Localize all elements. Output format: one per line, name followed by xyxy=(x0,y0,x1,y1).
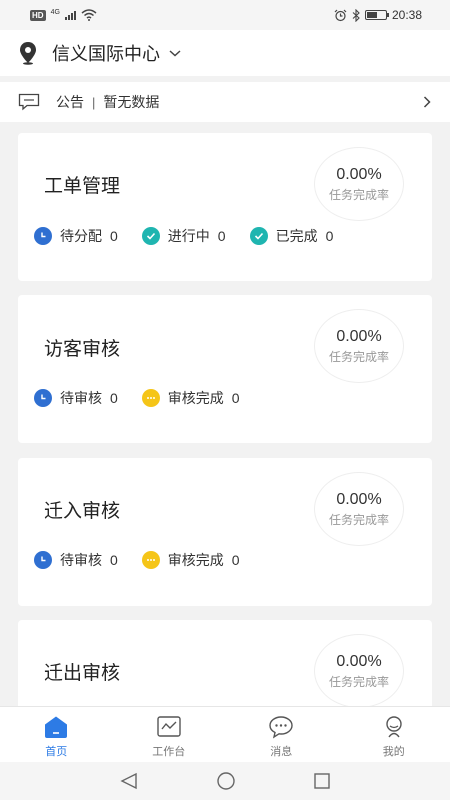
profile-icon xyxy=(386,716,402,738)
nav-label: 工作台 xyxy=(152,746,186,758)
completion-rate-circle: 0.00% 任务完成率 xyxy=(314,309,404,383)
home-circle-icon[interactable] xyxy=(216,771,236,791)
status-bar: HD 4G 20:38 xyxy=(0,0,450,30)
stat-pending-review[interactable]: 待审核 0 xyxy=(34,550,118,570)
stat-in-progress[interactable]: 进行中 0 xyxy=(141,226,226,246)
hd-badge: HD xyxy=(30,9,46,21)
card-title: 迁出审核 xyxy=(44,663,121,684)
completion-rate-label: 任务完成率 xyxy=(328,512,389,527)
card-move-out-review[interactable]: 迁出审核 0.00% 任务完成率 xyxy=(18,620,432,706)
card-move-in-review[interactable]: 迁入审核 0.00% 任务完成率 待审核 0 审核完成 0 xyxy=(18,458,432,606)
card-visitor-review[interactable]: 访客审核 0.00% 任务完成率 待审核 0 审核完成 0 xyxy=(18,295,432,443)
stat-label: 审核完成 xyxy=(167,390,224,406)
card-stats: 待审核 0 审核完成 0 xyxy=(34,388,264,408)
nav-profile[interactable]: 我的 xyxy=(338,707,450,762)
bottom-nav: 首页 工作台 消息 我的 xyxy=(0,706,450,762)
check-icon xyxy=(249,227,268,245)
check-icon xyxy=(141,227,160,245)
completion-rate-value: 0.00% xyxy=(336,165,382,183)
system-nav-bar xyxy=(0,762,450,800)
card-title: 工单管理 xyxy=(44,176,121,197)
completion-rate-label: 任务完成率 xyxy=(328,674,389,689)
stat-label: 已完成 xyxy=(275,228,318,244)
status-left: HD 4G xyxy=(30,9,97,21)
location-name[interactable]: 信义国际中心 xyxy=(52,40,160,66)
back-icon[interactable] xyxy=(119,772,139,790)
notice-text: 暂无数据 xyxy=(103,94,160,110)
stat-label: 审核完成 xyxy=(167,552,224,568)
announcement-icon xyxy=(18,93,40,111)
home-icon xyxy=(45,716,68,738)
clock-icon xyxy=(34,227,52,245)
status-right: 20:38 xyxy=(334,8,422,22)
chevron-down-icon[interactable] xyxy=(168,48,182,58)
nav-messages[interactable]: 消息 xyxy=(225,707,338,762)
completion-rate-label: 任务完成率 xyxy=(328,187,389,202)
card-title: 访客审核 xyxy=(44,339,121,360)
network-type: 4G xyxy=(50,8,60,16)
alarm-icon xyxy=(334,9,347,21)
stat-count: 0 xyxy=(110,390,118,406)
card-title: 迁入审核 xyxy=(44,501,121,522)
card-stats: 待分配 0 进行中 0 已完成 0 xyxy=(34,226,357,246)
nav-label: 首页 xyxy=(45,746,68,758)
nav-label: 消息 xyxy=(270,746,293,758)
stat-count: 0 xyxy=(325,228,334,244)
notice-separator: | xyxy=(92,94,96,110)
completion-rate-circle: 0.00% 任务完成率 xyxy=(314,634,404,706)
stat-review-done[interactable]: 审核完成 0 xyxy=(141,550,240,570)
clock-icon xyxy=(34,551,52,569)
signal-icon xyxy=(64,10,76,20)
clock-icon xyxy=(34,389,52,407)
nav-workbench[interactable]: 工作台 xyxy=(113,707,226,762)
stat-count: 0 xyxy=(231,552,240,568)
stat-label: 待审核 xyxy=(60,390,102,406)
stat-pending-assign[interactable]: 待分配 0 xyxy=(34,226,118,246)
location-header[interactable]: 信义国际中心 xyxy=(0,30,450,76)
completion-rate-circle: 0.00% 任务完成率 xyxy=(314,147,404,221)
recents-icon[interactable] xyxy=(313,772,331,790)
stat-label: 待审核 xyxy=(60,552,102,568)
stat-review-done[interactable]: 审核完成 0 xyxy=(141,388,240,408)
bluetooth-icon xyxy=(352,8,360,22)
stat-count: 0 xyxy=(217,228,226,244)
completion-rate-value: 0.00% xyxy=(336,490,382,508)
location-pin-icon xyxy=(20,42,36,65)
battery-icon xyxy=(364,10,389,20)
wifi-icon xyxy=(81,9,97,21)
card-stats: 待审核 0 审核完成 0 xyxy=(34,550,264,570)
stat-count: 0 xyxy=(231,390,240,406)
completion-rate-circle: 0.00% 任务完成率 xyxy=(314,472,404,546)
completion-rate-label: 任务完成率 xyxy=(328,349,389,364)
clock-time: 20:38 xyxy=(391,8,422,22)
completion-rate-value: 0.00% xyxy=(336,327,382,345)
nav-home[interactable]: 首页 xyxy=(0,707,113,762)
dots-icon xyxy=(141,551,160,569)
notice-label: 公告 xyxy=(56,94,84,110)
card-work-orders[interactable]: 工单管理 0.00% 任务完成率 待分配 0 进行中 0 已完成 0 xyxy=(18,133,432,281)
completion-rate-value: 0.00% xyxy=(336,652,382,670)
stat-pending-review[interactable]: 待审核 0 xyxy=(34,388,118,408)
stat-count: 0 xyxy=(110,552,118,568)
notice-bar[interactable]: 公告 | 暂无数据 xyxy=(0,82,450,122)
message-icon xyxy=(269,716,293,739)
nav-label: 我的 xyxy=(382,746,405,758)
dots-icon xyxy=(141,389,160,407)
stat-count: 0 xyxy=(110,228,118,244)
stat-label: 待分配 xyxy=(60,228,102,244)
stat-label: 进行中 xyxy=(167,228,210,244)
stat-completed[interactable]: 已完成 0 xyxy=(249,226,334,246)
chevron-right-icon[interactable] xyxy=(422,95,432,109)
workbench-icon xyxy=(157,716,181,737)
